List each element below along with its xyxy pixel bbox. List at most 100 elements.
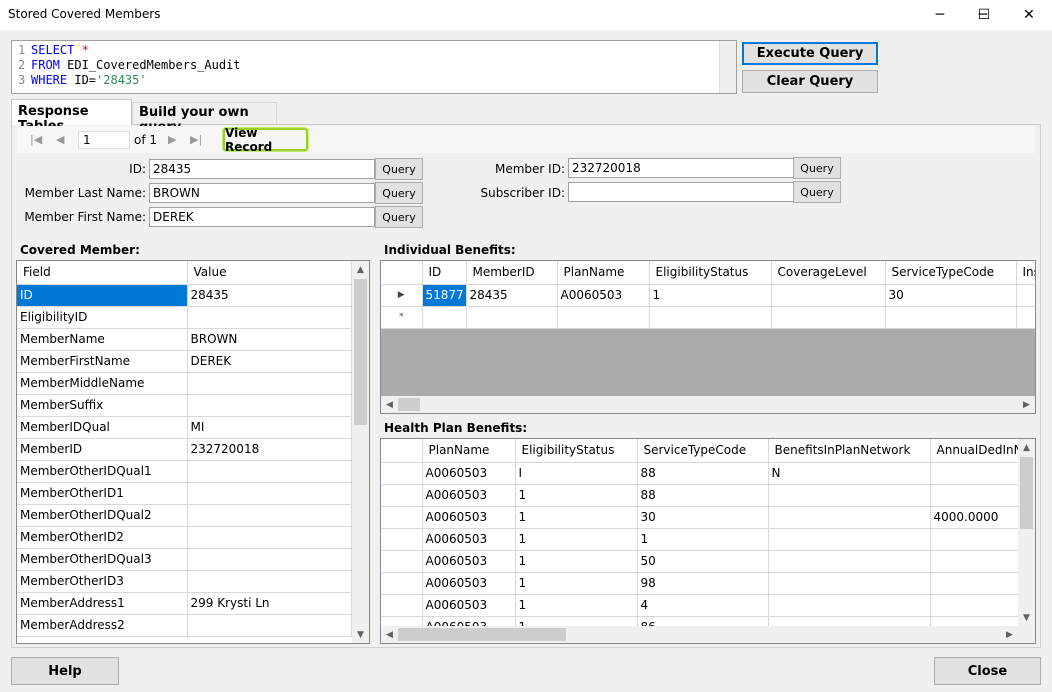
last-name-query-button[interactable]: Query [375, 182, 423, 204]
table-cell[interactable] [885, 306, 1017, 329]
value-cell[interactable] [187, 394, 352, 417]
table-cell[interactable]: I [515, 462, 638, 485]
health-horizontal-scrollbar[interactable]: ◀ ▶ [381, 626, 1035, 643]
table-cell[interactable] [466, 306, 558, 329]
table-cell[interactable]: A0060503 [422, 484, 516, 507]
table-cell[interactable] [768, 572, 931, 595]
maximize-icon[interactable]: ☐ [961, 0, 1007, 30]
field-cell[interactable]: MemberOtherIDQual1 [17, 460, 188, 483]
column-header[interactable]: PlanName [557, 261, 650, 285]
minimize-icon[interactable]: ─ [917, 0, 963, 30]
row-header[interactable] [381, 528, 423, 551]
table-cell[interactable] [1016, 284, 1035, 307]
table-cell[interactable] [768, 484, 931, 507]
column-header[interactable]: ServiceTypeCode [885, 261, 1017, 285]
table-row[interactable]: MemberOtherIDQual1 [17, 460, 352, 483]
value-cell[interactable] [187, 306, 352, 329]
table-cell[interactable]: 1 [649, 284, 772, 307]
value-cell[interactable] [187, 614, 352, 637]
table-cell[interactable] [771, 284, 886, 307]
prev-record-icon[interactable]: ◀ [56, 133, 64, 146]
id-query-button[interactable]: Query [375, 158, 423, 180]
subscriber-id-field[interactable] [568, 182, 794, 202]
member-id-query-button[interactable]: Query [793, 157, 841, 179]
field-cell[interactable]: MemberMiddleName [17, 372, 188, 395]
column-header[interactable]: EligibilityStatus [649, 261, 772, 285]
scroll-up-icon[interactable]: ▲ [1018, 439, 1035, 456]
sql-scrollbar[interactable] [719, 41, 736, 93]
row-header[interactable] [381, 506, 423, 529]
table-cell[interactable]: 28435 [466, 284, 558, 307]
first-name-query-button[interactable]: Query [375, 206, 423, 228]
table-cell[interactable]: 1 [515, 484, 638, 507]
table-cell[interactable] [1016, 306, 1035, 329]
value-cell[interactable]: 299 Krysti Ln [187, 592, 352, 615]
table-cell[interactable]: A0060503 [422, 572, 516, 595]
table-cell[interactable]: 1 [515, 594, 638, 617]
value-cell[interactable] [187, 482, 352, 505]
table-cell[interactable]: 1 [515, 528, 638, 551]
table-cell[interactable]: 30 [885, 284, 1017, 307]
table-cell[interactable] [422, 306, 467, 329]
table-row[interactable]: MemberMiddleName [17, 372, 352, 395]
column-header[interactable]: ID [422, 261, 467, 285]
column-header[interactable]: CoverageLevel [771, 261, 886, 285]
column-header[interactable]: EligibilityStatus [515, 439, 638, 463]
value-cell[interactable]: MI [187, 416, 352, 439]
value-cell[interactable] [187, 526, 352, 549]
table-row[interactable]: MemberOtherID3 [17, 570, 352, 593]
value-cell[interactable]: DEREK [187, 350, 352, 373]
field-cell[interactable]: ID [17, 284, 188, 307]
tab-response-tables[interactable]: Response Tables [11, 99, 132, 134]
scroll-up-icon[interactable]: ▲ [352, 261, 369, 278]
row-header[interactable] [381, 462, 423, 485]
field-cell[interactable]: MemberOtherID2 [17, 526, 188, 549]
member-id-field[interactable]: 232720018 [568, 158, 794, 178]
value-cell[interactable] [187, 504, 352, 527]
table-row[interactable]: A0060503 1 50 [381, 550, 1035, 573]
scroll-thumb[interactable] [1020, 457, 1033, 529]
table-cell[interactable] [768, 528, 931, 551]
table-cell[interactable] [768, 550, 931, 573]
first-record-icon[interactable]: |◀ [30, 133, 42, 146]
table-row[interactable]: EligibilityID [17, 306, 352, 329]
row-header[interactable] [381, 550, 423, 573]
table-cell[interactable]: 30 [637, 506, 769, 529]
scroll-thumb[interactable] [398, 398, 420, 411]
new-row[interactable]: * [381, 306, 1035, 329]
help-button[interactable]: Help [11, 657, 119, 685]
row-header[interactable] [381, 594, 423, 617]
scroll-down-icon[interactable]: ▼ [352, 626, 369, 643]
table-cell[interactable]: N [768, 462, 931, 485]
close-button[interactable]: Close [934, 657, 1041, 685]
table-row[interactable]: MemberOtherID1 [17, 482, 352, 505]
row-header[interactable] [381, 572, 423, 595]
table-row[interactable]: MemberFirstName DEREK [17, 350, 352, 373]
covered-vertical-scrollbar[interactable]: ▲ ▼ [352, 261, 369, 643]
sql-editor[interactable]: 1 SELECT * 2 FROM EDI_CoveredMembers_Audit… [11, 40, 737, 94]
table-cell[interactable]: 51877 [422, 284, 467, 307]
table-row[interactable]: MemberSuffix [17, 394, 352, 417]
value-cell[interactable] [187, 372, 352, 395]
individual-horizontal-scrollbar[interactable]: ◀ ▶ [381, 396, 1035, 413]
table-cell[interactable]: A0060503 [422, 550, 516, 573]
record-position-input[interactable]: 1 [78, 131, 130, 149]
tab-build-query[interactable]: Build your own query [132, 102, 277, 135]
table-row[interactable]: A0060503 1 1 [381, 528, 1035, 551]
id-field[interactable]: 28435 [149, 159, 375, 179]
first-name-field[interactable]: DEREK [149, 207, 375, 227]
table-cell[interactable]: 1 [515, 506, 638, 529]
field-cell[interactable]: MemberOtherID3 [17, 570, 188, 593]
column-header[interactable]: Ins [1016, 261, 1035, 285]
table-cell[interactable]: 1 [515, 572, 638, 595]
table-cell[interactable] [768, 594, 931, 617]
field-cell[interactable]: MemberSuffix [17, 394, 188, 417]
scroll-down-icon[interactable]: ▼ [1018, 609, 1035, 626]
field-cell[interactable]: MemberOtherID1 [17, 482, 188, 505]
table-cell[interactable] [557, 306, 650, 329]
execute-query-button[interactable]: Execute Query [742, 42, 878, 65]
table-row[interactable]: MemberAddress1 299 Krysti Ln [17, 592, 352, 615]
table-row[interactable]: MemberIDQual MI [17, 416, 352, 439]
field-cell[interactable]: MemberIDQual [17, 416, 188, 439]
table-row[interactable]: MemberOtherID2 [17, 526, 352, 549]
